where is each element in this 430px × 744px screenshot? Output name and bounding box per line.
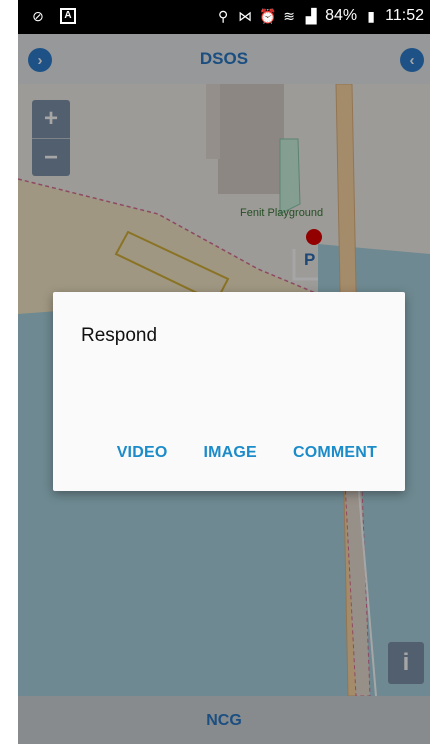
vibrate-icon: ⋈ — [238, 8, 253, 24]
respond-dialog: Respond VIDEO IMAGE COMMENT — [53, 292, 405, 491]
wifi-icon: ≋ — [283, 8, 295, 24]
location-pin-icon: ⚲ — [217, 8, 229, 24]
video-button[interactable]: VIDEO — [117, 444, 168, 462]
dialog-title: Respond — [81, 325, 158, 346]
status-bar: ⊘ A ⚲ ⋈ ⏰ ≋ ▟ 84% ▮ 11:52 — [18, 0, 430, 34]
alarm-icon: ⏰ — [259, 8, 277, 24]
image-button[interactable]: IMAGE — [203, 444, 256, 462]
battery-percent: 84% — [325, 7, 358, 24]
comment-button[interactable]: COMMENT — [293, 444, 377, 462]
app-frame: ⊘ A ⚲ ⋈ ⏰ ≋ ▟ 84% ▮ 11:52 › DSOS ‹ + − F… — [18, 0, 430, 744]
signal-icon: ▟ — [305, 8, 317, 24]
battery-icon: ▮ — [367, 8, 375, 24]
text-input-icon: A — [60, 8, 76, 24]
dialog-actions: VIDEO IMAGE COMMENT — [117, 444, 377, 462]
clock: 11:52 — [385, 7, 424, 24]
no-sim-icon: ⊘ — [32, 8, 44, 24]
